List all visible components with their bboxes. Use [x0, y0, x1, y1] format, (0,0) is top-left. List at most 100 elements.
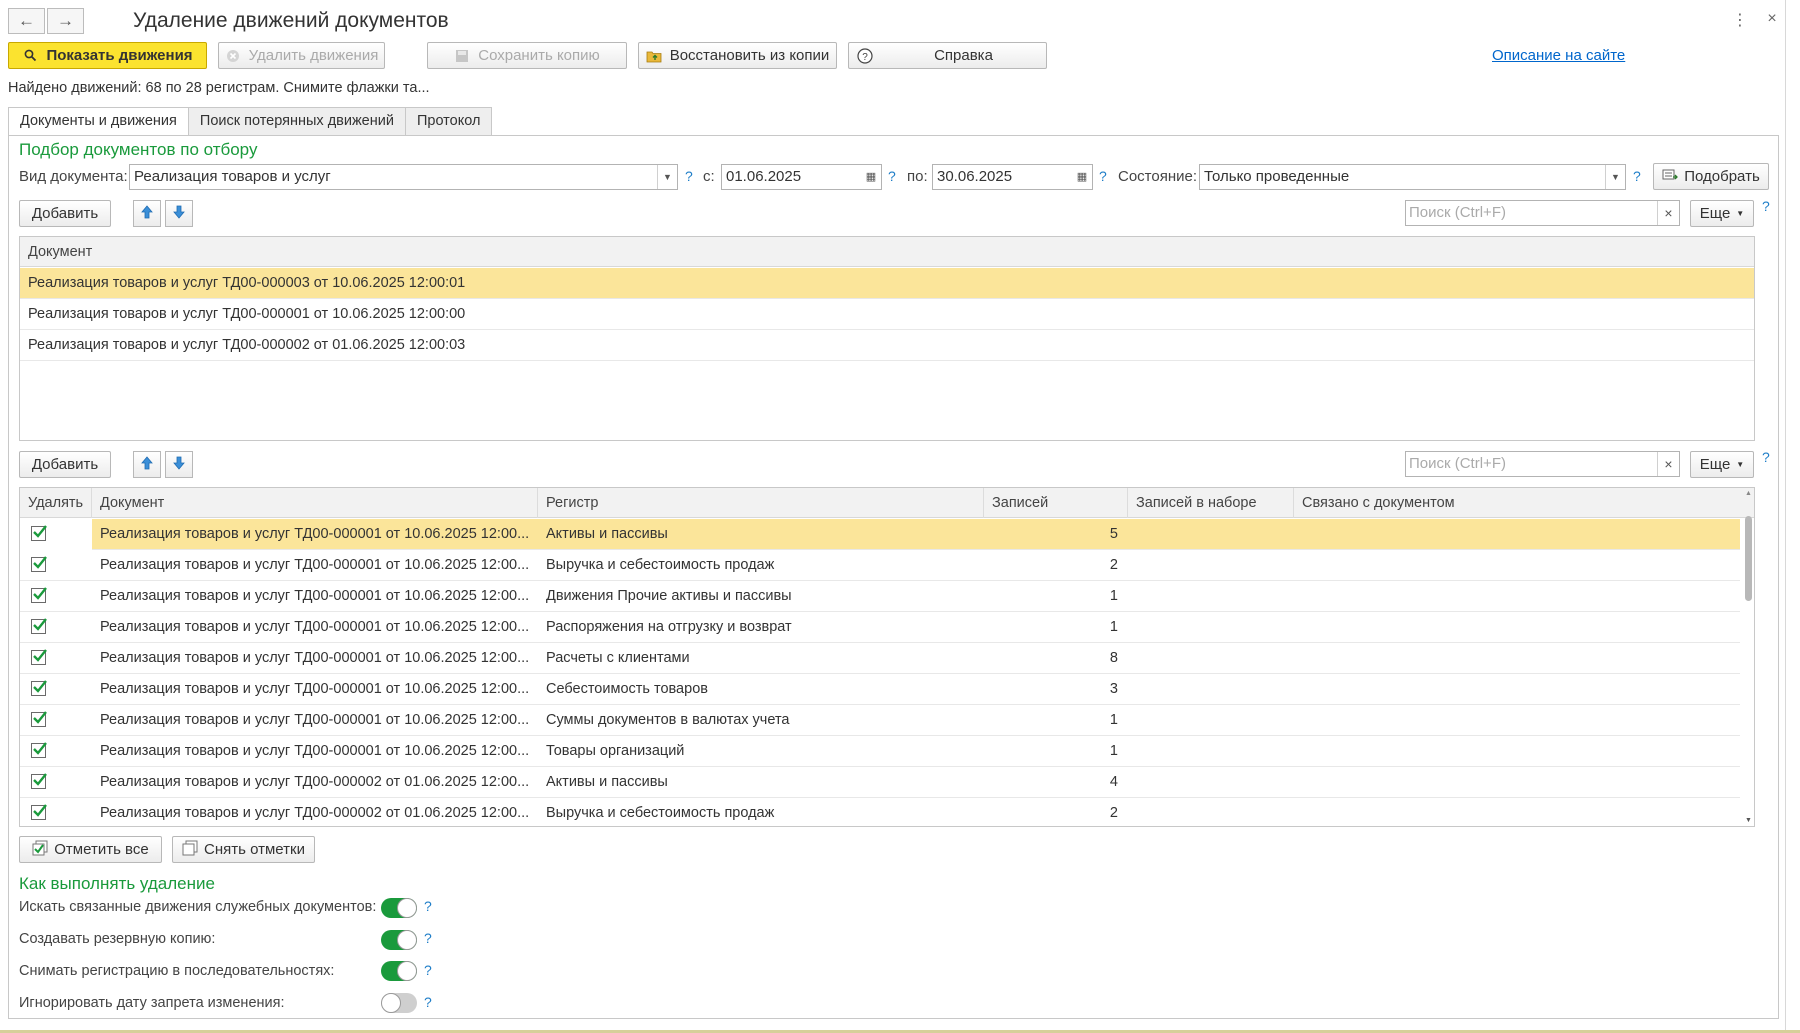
delete-flag-cell — [20, 550, 92, 581]
scroll-down-icon[interactable]: ▼ — [1745, 817, 1752, 824]
option-help-icon[interactable]: ? — [424, 962, 432, 978]
pick-button[interactable]: Подобрать — [1653, 163, 1769, 190]
show-movements-button[interactable]: Показать движения — [8, 42, 207, 69]
column-delete[interactable]: Удалять — [20, 488, 92, 518]
forward-button[interactable]: → — [47, 8, 84, 34]
tab-bar: Документы и движения Поиск потерянных дв… — [8, 107, 493, 136]
more-button[interactable]: Еще ▼ — [1690, 451, 1754, 478]
close-icon[interactable]: × — [1762, 10, 1782, 28]
move-up-button[interactable] — [133, 451, 161, 478]
table-row[interactable]: Реализация товаров и услуг ТД00-000002 о… — [20, 798, 1740, 826]
chevron-down-icon[interactable]: ▼ — [657, 165, 677, 189]
more-button[interactable]: Еще ▼ — [1690, 200, 1754, 227]
state-select[interactable]: Только проведенные ▼ — [1199, 164, 1626, 190]
back-button[interactable]: ← — [8, 8, 45, 34]
records-cell: 8 — [1109, 650, 1118, 666]
delete-checkbox[interactable] — [31, 587, 47, 603]
doc-type-select[interactable]: Реализация товаров и услуг ▼ — [129, 164, 678, 190]
chevron-down-icon[interactable]: ▼ — [1605, 165, 1625, 189]
move-up-button[interactable] — [133, 200, 161, 227]
delete-checkbox[interactable] — [31, 711, 47, 727]
table-row[interactable]: Реализация товаров и услуг ТД00-000001 о… — [20, 612, 1740, 643]
column-records-in-set[interactable]: Записей в наборе — [1128, 488, 1294, 518]
calendar-icon[interactable]: ▦ — [1072, 165, 1092, 189]
site-description-link[interactable]: Описание на сайте — [1492, 47, 1625, 64]
records-cell: 1 — [1109, 619, 1118, 635]
help-button[interactable]: ? Справка — [848, 42, 1047, 69]
option-help-icon[interactable]: ? — [424, 898, 432, 914]
scroll-up-icon[interactable]: ▲ — [1745, 490, 1752, 497]
calendar-icon[interactable]: ▦ — [861, 165, 881, 189]
option-help-icon[interactable]: ? — [424, 994, 432, 1010]
option-label: Искать связанные движения служебных доку… — [19, 899, 377, 915]
table-row[interactable]: Реализация товаров и услуг ТД00-000002 о… — [20, 767, 1740, 798]
delete-checkbox[interactable] — [31, 618, 47, 634]
tab-protocol[interactable]: Протокол — [404, 107, 493, 135]
date-from-field[interactable]: 01.06.2025 ▦ — [721, 164, 882, 190]
option-label: Снимать регистрацию в последовательностя… — [19, 963, 335, 979]
column-linked-document[interactable]: Связано с документом — [1294, 488, 1744, 518]
table-row[interactable]: Реализация товаров и услуг ТД00-000001 о… — [20, 519, 1740, 550]
documents-help-icon[interactable]: ? — [1762, 198, 1770, 214]
register-cell: Движения Прочие активы и пассивы — [546, 588, 792, 604]
column-register[interactable]: Регистр — [538, 488, 984, 518]
records-cell: 2 — [1109, 805, 1118, 821]
vertical-scrollbar[interactable]: ▲ ▼ — [1742, 490, 1754, 824]
delete-checkbox[interactable] — [31, 804, 47, 820]
uncheck-all-button[interactable]: Снять отметки — [172, 836, 315, 863]
delete-checkbox[interactable] — [31, 525, 47, 541]
delete-checkbox[interactable] — [31, 773, 47, 789]
delete-checkbox[interactable] — [31, 680, 47, 696]
scrollbar-thumb[interactable] — [1745, 516, 1752, 601]
date-to-help-icon[interactable]: ? — [1099, 168, 1107, 184]
tab-documents-and-movements[interactable]: Документы и движения — [8, 107, 189, 136]
check-all-button[interactable]: Отметить все — [19, 836, 162, 863]
deletion-options-title: Как выполнять удаление — [19, 874, 215, 893]
table-row[interactable]: Реализация товаров и услуг ТД00-000003 о… — [20, 268, 1754, 299]
ignore-lock-date-toggle[interactable] — [381, 993, 417, 1013]
column-document[interactable]: Документ — [20, 237, 1754, 267]
unregister-sequences-toggle[interactable] — [381, 961, 417, 981]
move-down-button[interactable] — [165, 200, 193, 227]
restore-copy-button[interactable]: Восстановить из копии — [638, 42, 837, 69]
state-help-icon[interactable]: ? — [1633, 168, 1641, 184]
table-row[interactable]: Реализация товаров и услуг ТД00-000001 о… — [20, 550, 1740, 581]
table-row[interactable]: Реализация товаров и услуг ТД00-000002 о… — [20, 330, 1754, 361]
date-to-label: по: — [907, 168, 928, 185]
records-cell: 1 — [1109, 588, 1118, 604]
move-down-button[interactable] — [165, 451, 193, 478]
delete-checkbox[interactable] — [31, 742, 47, 758]
records-cell: 5 — [1109, 526, 1118, 542]
table-row[interactable]: Реализация товаров и услуг ТД00-000001 о… — [20, 643, 1740, 674]
add-document-button[interactable]: Добавить — [19, 200, 111, 227]
table-row[interactable]: Реализация товаров и услуг ТД00-000001 о… — [20, 581, 1740, 612]
column-document[interactable]: Документ — [92, 488, 538, 518]
option-help-icon[interactable]: ? — [424, 930, 432, 946]
delete-checkbox[interactable] — [31, 556, 47, 572]
table-row[interactable]: Реализация товаров и услуг ТД00-000001 о… — [20, 299, 1754, 330]
column-records[interactable]: Записей — [984, 488, 1128, 518]
documents-search-input[interactable]: Поиск (Ctrl+F) × — [1405, 200, 1680, 226]
movements-help-icon[interactable]: ? — [1762, 449, 1770, 465]
doc-type-help-icon[interactable]: ? — [685, 168, 693, 184]
delete-flag-cell — [20, 705, 92, 736]
clear-search-icon[interactable]: × — [1657, 201, 1679, 225]
clear-search-icon[interactable]: × — [1657, 452, 1679, 476]
add-movement-button[interactable]: Добавить — [19, 451, 111, 478]
delete-checkbox[interactable] — [31, 649, 47, 665]
search-linked-movements-toggle[interactable] — [381, 898, 417, 918]
table-row[interactable]: Реализация товаров и услуг ТД00-000001 о… — [20, 705, 1740, 736]
table-row[interactable]: Реализация товаров и услуг ТД00-000001 о… — [20, 674, 1740, 705]
more-icon[interactable]: ⋮ — [1730, 10, 1750, 30]
create-backup-toggle[interactable] — [381, 930, 417, 950]
delete-flag-cell — [20, 674, 92, 705]
date-from-help-icon[interactable]: ? — [888, 168, 896, 184]
movements-search-input[interactable]: Поиск (Ctrl+F) × — [1405, 451, 1680, 477]
date-to-field[interactable]: 30.06.2025 ▦ — [932, 164, 1093, 190]
document-cell: Реализация товаров и услуг ТД00-000001 о… — [100, 743, 530, 759]
table-row[interactable]: Реализация товаров и услуг ТД00-000001 о… — [20, 736, 1740, 767]
save-copy-button[interactable]: Сохранить копию — [427, 42, 627, 69]
delete-movements-button[interactable]: Удалить движения — [218, 42, 385, 69]
svg-text:?: ? — [862, 52, 868, 63]
tab-lost-movements-search[interactable]: Поиск потерянных движений — [187, 107, 406, 135]
